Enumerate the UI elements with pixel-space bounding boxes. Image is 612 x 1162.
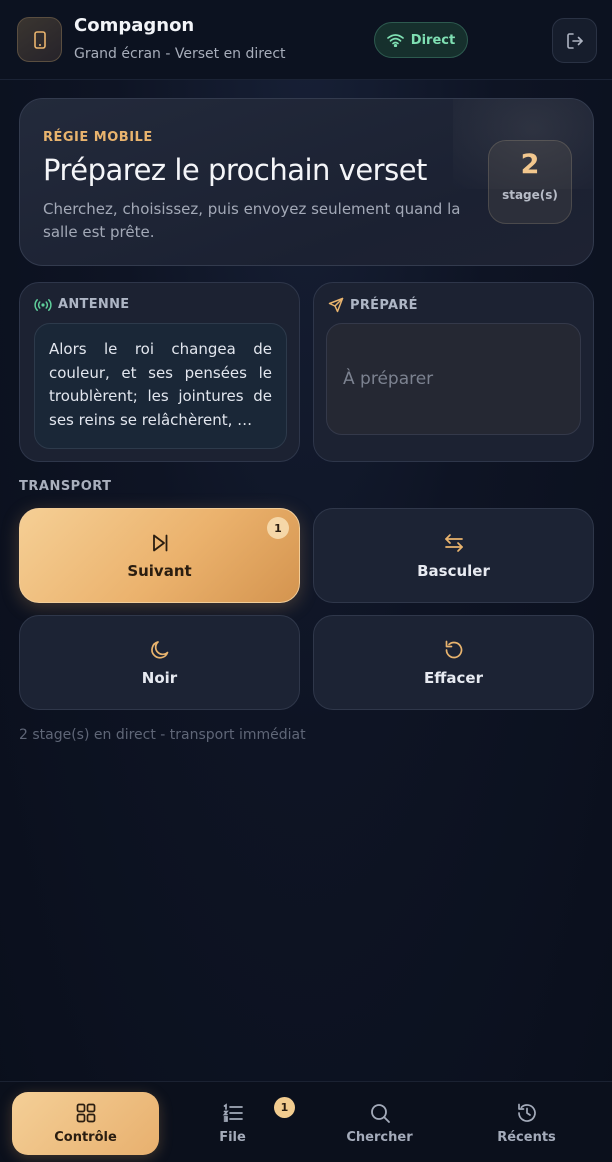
black-screen-button[interactable]: Noir [19,615,300,710]
reset-icon [443,639,465,661]
swap-icon [443,532,465,554]
top-bar: Compagnon Grand écran - Verset en direct… [0,0,612,80]
nav-label-chercher: Chercher [346,1130,413,1145]
stage-count-box: 2 stage(s) [488,140,572,224]
logout-button[interactable] [552,18,597,63]
transport-section-label: TRANSPORT [19,479,112,494]
broadcast-icon [34,298,52,311]
grid-icon [76,1103,95,1123]
next-button[interactable]: Suivant 1 [19,508,300,603]
live-badge-label: Direct [410,32,456,48]
nav-item-recents[interactable]: Récents [453,1092,600,1155]
toggle-button[interactable]: Basculer [313,508,594,603]
search-icon [370,1104,390,1123]
live-status-badge: Direct [374,22,468,58]
app-title: Compagnon [74,15,195,36]
next-button-label: Suivant [127,561,192,580]
hero-card: RÉGIE MOBILE Préparez le prochain verset… [19,98,594,266]
file-count-badge: 1 [274,1097,295,1118]
bottom-nav: Contrôle File Chercher Récents [0,1081,612,1162]
on-air-verse: Alors le roi changea de couleur, et ses … [34,323,287,449]
on-air-header: ANTENNE [34,297,129,312]
list-icon [222,1103,243,1122]
moon-icon [149,639,171,661]
send-icon [328,297,344,313]
wifi-icon [386,34,404,47]
clear-button-label: Effacer [424,668,483,687]
black-button-label: Noir [141,668,178,687]
hero-kicker: RÉGIE MOBILE [43,130,153,145]
skip-next-icon [149,532,171,554]
nav-label-file: File [219,1130,246,1145]
next-count-badge: 1 [267,517,289,539]
hero-title: Préparez le prochain verset [43,153,427,187]
history-icon [517,1103,536,1122]
logout-icon [566,32,583,49]
stage-count: 2 [520,149,540,180]
prepared-slot[interactable]: À préparer [326,323,581,435]
nav-item-chercher[interactable]: Chercher [306,1092,453,1155]
on-air-label: ANTENNE [58,297,130,312]
nav-item-controle[interactable]: Contrôle [12,1092,159,1155]
nav-label-controle: Contrôle [54,1130,117,1145]
prepared-header: PRÉPARÉ [328,297,418,313]
prepared-label: PRÉPARÉ [350,297,418,313]
toggle-button-label: Basculer [417,561,490,580]
on-air-panel: ANTENNE Alors le roi changea de couleur,… [19,282,300,462]
nav-label-recents: Récents [497,1130,556,1145]
transport-status: 2 stage(s) en direct - transport immédia… [19,727,306,743]
stage-label: stage(s) [502,188,558,202]
phone-icon [17,17,62,62]
prepared-panel: PRÉPARÉ À préparer [313,282,594,462]
hero-description: Cherchez, choisissez, puis envoyez seule… [43,200,461,241]
app-subtitle: Grand écran - Verset en direct [74,46,286,62]
clear-button[interactable]: Effacer [313,615,594,710]
